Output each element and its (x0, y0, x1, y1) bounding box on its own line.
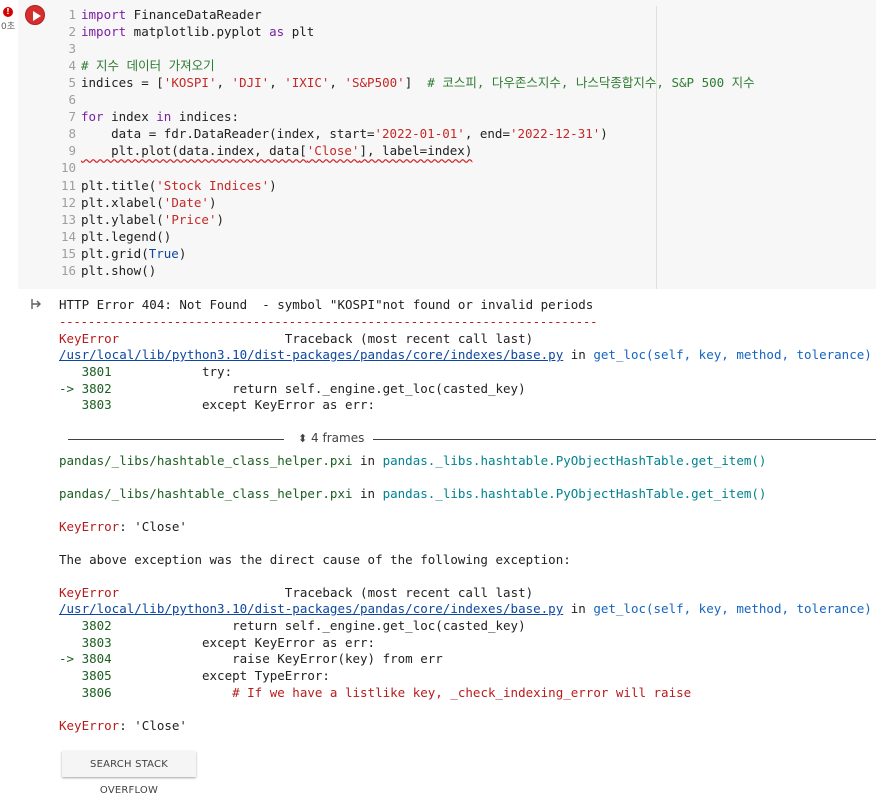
execution-time: 0초 (1, 22, 16, 32)
traceback-line-number: 3805 (59, 668, 112, 684)
keyerror-name: KeyError (59, 718, 120, 733)
traceback-line: 3805 except TypeError: (59, 667, 330, 684)
traceback-line: 3803 except KeyError as err: (59, 634, 376, 651)
traceback-error-name: KeyError (59, 331, 120, 346)
pxi-file-path: pandas/_libs/hashtable_class_helper.pxi (59, 453, 353, 468)
line-number: 13 (60, 211, 76, 227)
line-number: 1 (68, 7, 76, 22)
code-text[interactable]: import FinanceDataReader (81, 6, 262, 23)
traceback-code: except TypeError: (111, 668, 330, 684)
in-keyword: in (563, 601, 594, 616)
output-redirect-icon[interactable] (31, 298, 43, 310)
traceback-2-header: KeyError Traceback (most recent call las… (59, 584, 533, 601)
pxi-frame-1: pandas/_libs/hashtable_class_helper.pxi … (59, 453, 767, 468)
code-text[interactable]: # 지수 데이터 가져오기 (81, 57, 215, 74)
line-number: 5 (68, 75, 76, 91)
traceback-code: # If we have a listlike key, _check_inde… (111, 684, 692, 700)
traceback-header-text: Traceback (most recent call last) (284, 331, 534, 346)
traceback-code: return self._engine.get_loc(casted_key) (111, 618, 526, 633)
traceback-line: -> 3804 raise KeyError(key) from err (59, 650, 443, 667)
code-text[interactable]: import matplotlib.pyplot as plt (81, 23, 314, 40)
traceback-line-number: 3803 (59, 397, 112, 413)
frames-count-label: 4 frames (311, 431, 365, 445)
code-text[interactable]: plt.show() (81, 262, 156, 279)
source-file-link[interactable]: /usr/local/lib/python3.10/dist-packages/… (59, 601, 563, 616)
traceback-line-number: -> 3804 (59, 651, 112, 667)
traceback-code: raise KeyError(key) from err (111, 651, 443, 667)
line-number: 15 (60, 245, 76, 261)
source-file-link[interactable]: /usr/local/lib/python3.10/dist-packages/… (59, 347, 563, 362)
keyerror-message-1: KeyError: 'Close' (59, 518, 187, 535)
traceback-line: 3806 # If we have a listlike key, _check… (59, 684, 692, 701)
traceback-1-header: KeyError Traceback (most recent call las… (59, 330, 533, 347)
traceback-line-number: -> 3802 (59, 380, 112, 396)
line-number: 8 (68, 126, 76, 142)
error-badge-icon: ! (3, 7, 13, 17)
traceback-line-number: 3806 (59, 684, 112, 700)
line-number: 16 (60, 262, 76, 278)
line-number: 3 (68, 41, 76, 57)
traceback-code: except KeyError as err: (111, 634, 376, 650)
collapsed-frames-toggle[interactable]: ⬍ 4 frames (298, 431, 364, 445)
code-text[interactable]: indices = ['KOSPI', 'DJI', 'IXIC', 'S&P5… (81, 74, 755, 91)
traceback-line: 3803 except KeyError as err: (59, 396, 376, 413)
traceback-header-text: Traceback (most recent call last) (284, 585, 534, 600)
line-number: 11 (60, 177, 76, 193)
traceback-line-number: 3803 (59, 634, 112, 650)
code-text[interactable]: plt.grid(True) (81, 245, 186, 262)
pxi-function: pandas._libs.hashtable.PyObjectHashTable… (382, 453, 767, 468)
code-text[interactable]: plt.title('Stock Indices') (81, 177, 277, 194)
line-number: 6 (68, 92, 76, 108)
keyerror-value: : 'Close' (119, 718, 187, 733)
expand-collapse-icon: ⬍ (298, 432, 308, 445)
line-number: 2 (68, 24, 76, 40)
function-signature: get_loc(self, key, method, tolerance) (593, 347, 872, 362)
traceback-1-location: /usr/local/lib/python3.10/dist-packages/… (59, 346, 872, 363)
code-text[interactable]: plt.plot(data.index, data['Close'], labe… (81, 142, 472, 159)
line-length-ruler (656, 6, 657, 289)
search-stack-overflow-button[interactable]: SEARCH STACK OVERFLOW (62, 751, 196, 796)
http-error-text: HTTP Error 404: Not Found - symbol "KOSP… (59, 297, 594, 312)
traceback-error-name: KeyError (59, 585, 120, 600)
line-number: 9 (68, 143, 76, 159)
traceback-line: 3802 return self._engine.get_loc(casted_… (59, 617, 526, 634)
line-number: 14 (60, 228, 76, 244)
line-number: 10 (60, 160, 76, 176)
keyerror-value: : 'Close' (119, 519, 187, 534)
line-number: 7 (68, 109, 76, 125)
cause-text: The above exception was the direct cause… (59, 552, 571, 567)
frames-divider-left (68, 439, 284, 440)
traceback-code: except KeyError as err: (111, 397, 376, 413)
code-text[interactable]: plt.xlabel('Date') (81, 194, 216, 211)
code-text[interactable]: plt.ylabel('Price') (81, 211, 224, 228)
traceback-line-number: 3802 (59, 618, 112, 633)
traceback-separator: ----------------------------------------… (59, 314, 598, 329)
frames-divider-right (373, 439, 876, 440)
keyerror-message-2: KeyError: 'Close' (59, 717, 187, 734)
code-text[interactable]: plt.legend() (81, 228, 171, 245)
line-number: 12 (60, 194, 76, 210)
pxi-file-path: pandas/_libs/hashtable_class_helper.pxi (59, 486, 353, 501)
keyerror-name: KeyError (59, 519, 120, 534)
traceback-line: -> 3802 return self._engine.get_loc(cast… (59, 380, 526, 397)
traceback-2-location: /usr/local/lib/python3.10/dist-packages/… (59, 600, 872, 617)
traceback-line-number: 3801 (59, 364, 112, 379)
code-text[interactable]: data = fdr.DataReader(index, start='2022… (81, 125, 608, 142)
function-signature: get_loc(self, key, method, tolerance) (593, 601, 872, 616)
traceback-code: return self._engine.get_loc(casted_key) (111, 380, 526, 396)
code-text[interactable]: for index in indices: (81, 108, 239, 125)
line-number: 4 (68, 58, 76, 74)
traceback-code: try: (111, 364, 233, 379)
in-keyword: in (563, 347, 594, 362)
traceback-line: 3801 try: (59, 363, 233, 380)
pxi-function: pandas._libs.hashtable.PyObjectHashTable… (382, 486, 767, 501)
pxi-frame-2: pandas/_libs/hashtable_class_helper.pxi … (59, 486, 767, 501)
